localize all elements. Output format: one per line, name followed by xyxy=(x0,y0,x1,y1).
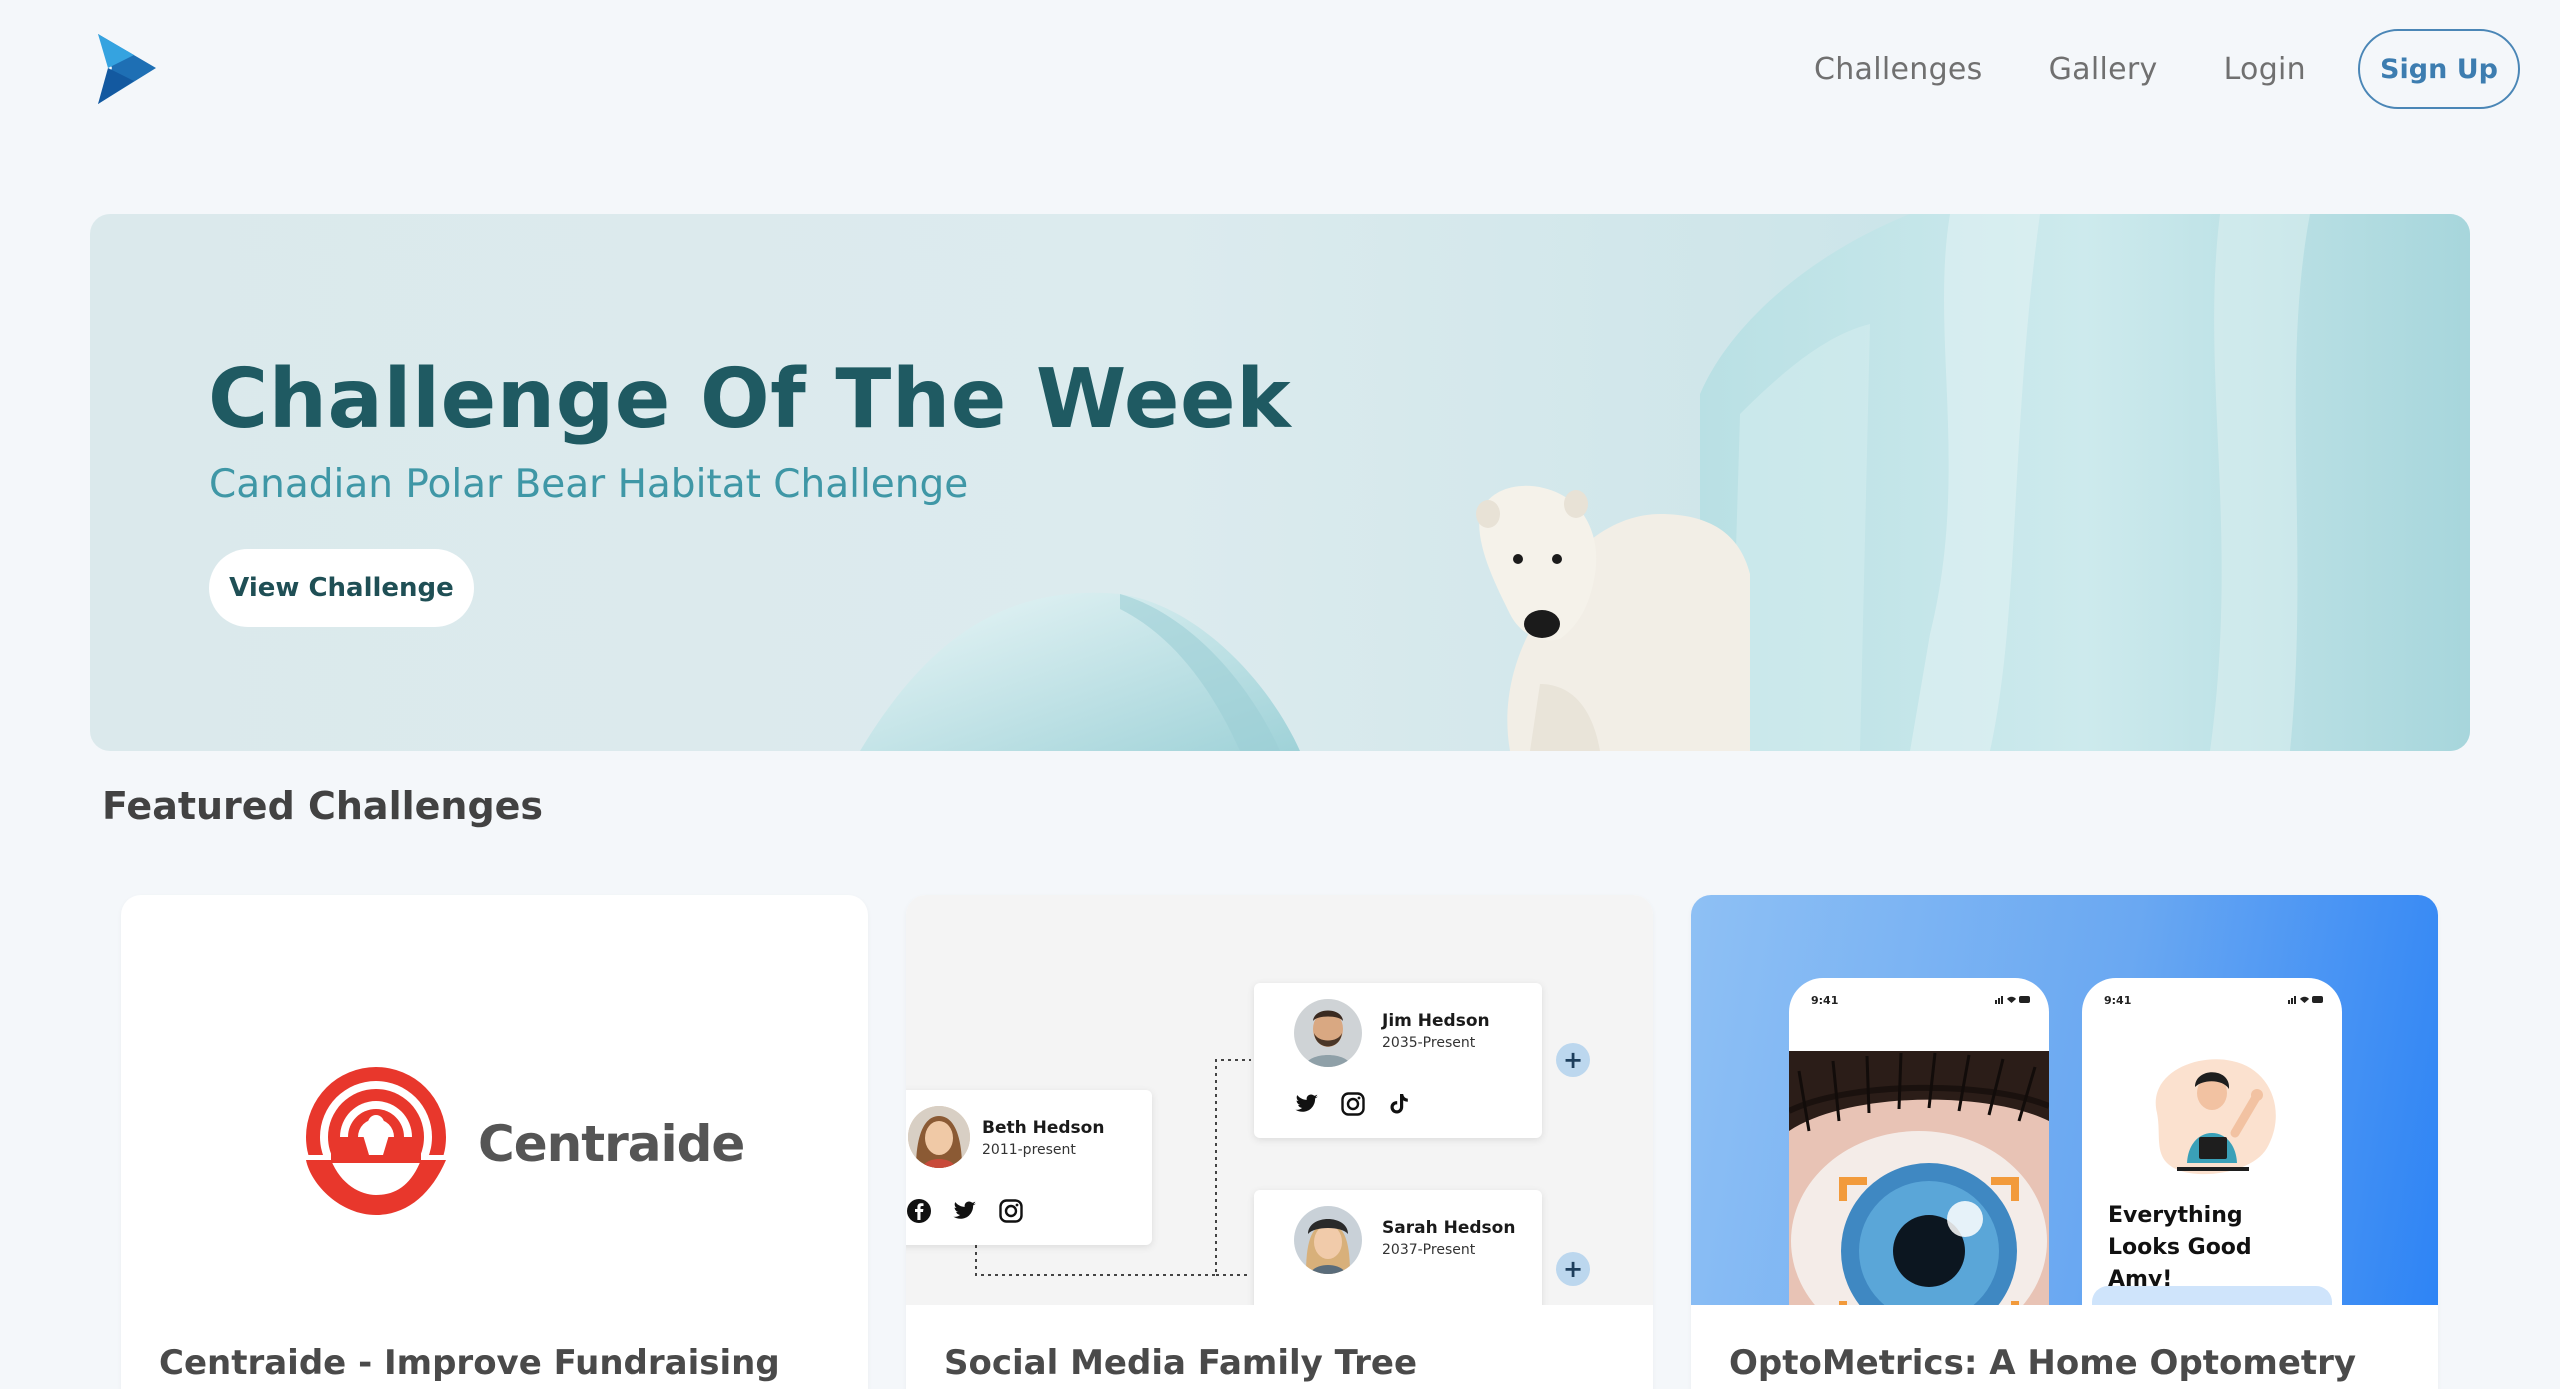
person-years: 2035-Present xyxy=(1382,1035,1476,1051)
eye-closeup-icon xyxy=(1789,1051,2049,1305)
nav-challenges-link[interactable]: Challenges xyxy=(1814,52,1983,87)
card-title[interactable]: OptoMetrics: A Home Optometry App or Dev… xyxy=(1729,1341,2409,1389)
person-card-jim: Jim Hedson 2035-Present xyxy=(1254,983,1542,1138)
card-title[interactable]: Centraide - Improve Fundraising Through … xyxy=(159,1341,839,1389)
add-person-button[interactable]: + xyxy=(1556,1043,1590,1077)
hero-title: Challenge Of The Week xyxy=(208,352,1292,447)
challenge-card-optometrics[interactable]: 9:41 9:41 Everything Looks Good Amy! Opt… xyxy=(1691,895,2438,1389)
add-person-button[interactable]: + xyxy=(1556,1252,1590,1286)
results-bottom-bar xyxy=(2092,1286,2332,1305)
instagram-icon[interactable] xyxy=(1340,1091,1366,1117)
person-name: Beth Hedson xyxy=(982,1118,1105,1138)
twitter-icon[interactable] xyxy=(1294,1091,1320,1117)
centraide-logo-image: Centraide xyxy=(121,895,868,1305)
person-name: Jim Hedson xyxy=(1382,1011,1490,1031)
person-name: Sarah Hedson xyxy=(1382,1218,1516,1238)
card-title[interactable]: Social Media Family Tree xyxy=(944,1341,1624,1385)
nav-links: Challenges Gallery Login Sign Up xyxy=(1814,29,2520,109)
optometrics-app-image: 9:41 9:41 Everything Looks Good Amy! xyxy=(1691,895,2438,1305)
status-bar-icons xyxy=(2288,996,2323,1004)
view-challenge-button[interactable]: View Challenge xyxy=(209,549,474,627)
tiktok-icon[interactable] xyxy=(1386,1091,1412,1117)
centraide-logo-text: Centraide xyxy=(478,1115,745,1173)
phone-time: 9:41 xyxy=(1811,994,1839,1007)
hero-subtitle: Canadian Polar Bear Habitat Challenge xyxy=(209,462,969,507)
avatar xyxy=(1294,1206,1362,1274)
phone-time: 9:41 xyxy=(2104,994,2132,1007)
challenge-card-family-tree[interactable]: Beth Hedson 2011-present Jim Hedson 2035… xyxy=(906,895,1653,1389)
person-card-beth: Beth Hedson 2011-present xyxy=(906,1090,1152,1245)
nav-login-link[interactable]: Login xyxy=(2224,52,2306,87)
nav-gallery-link[interactable]: Gallery xyxy=(2049,52,2158,87)
sign-up-button[interactable]: Sign Up xyxy=(2358,29,2520,109)
challenge-card-centraide[interactable]: Centraide Centraide - Improve Fundraisin… xyxy=(121,895,868,1389)
phone-eye-scan: 9:41 xyxy=(1789,978,2049,1305)
avatar xyxy=(1294,999,1362,1067)
doctor-illustration-icon xyxy=(2155,1059,2276,1175)
arrow-logo-icon[interactable] xyxy=(98,34,156,104)
facebook-icon[interactable] xyxy=(906,1198,932,1224)
family-tree-image: Beth Hedson 2011-present Jim Hedson 2035… xyxy=(906,895,1653,1305)
person-card-sarah: Sarah Hedson 2037-Present xyxy=(1254,1190,1542,1305)
phone-results: 9:41 Everything Looks Good Amy! xyxy=(2082,978,2342,1305)
featured-challenges-heading: Featured Challenges xyxy=(102,784,544,828)
status-bar-icons xyxy=(1995,996,2030,1004)
person-years: 2011-present xyxy=(982,1142,1076,1158)
top-nav: Challenges Gallery Login Sign Up xyxy=(0,0,2560,140)
centraide-logo-icon xyxy=(301,1067,451,1215)
results-message: Everything Looks Good Amy! xyxy=(2108,1203,2252,1292)
hero-banner: Challenge Of The Week Canadian Polar Bea… xyxy=(90,214,2470,751)
twitter-icon[interactable] xyxy=(952,1198,978,1224)
instagram-icon[interactable] xyxy=(998,1198,1024,1224)
avatar xyxy=(908,1106,970,1168)
person-years: 2037-Present xyxy=(1382,1242,1476,1258)
